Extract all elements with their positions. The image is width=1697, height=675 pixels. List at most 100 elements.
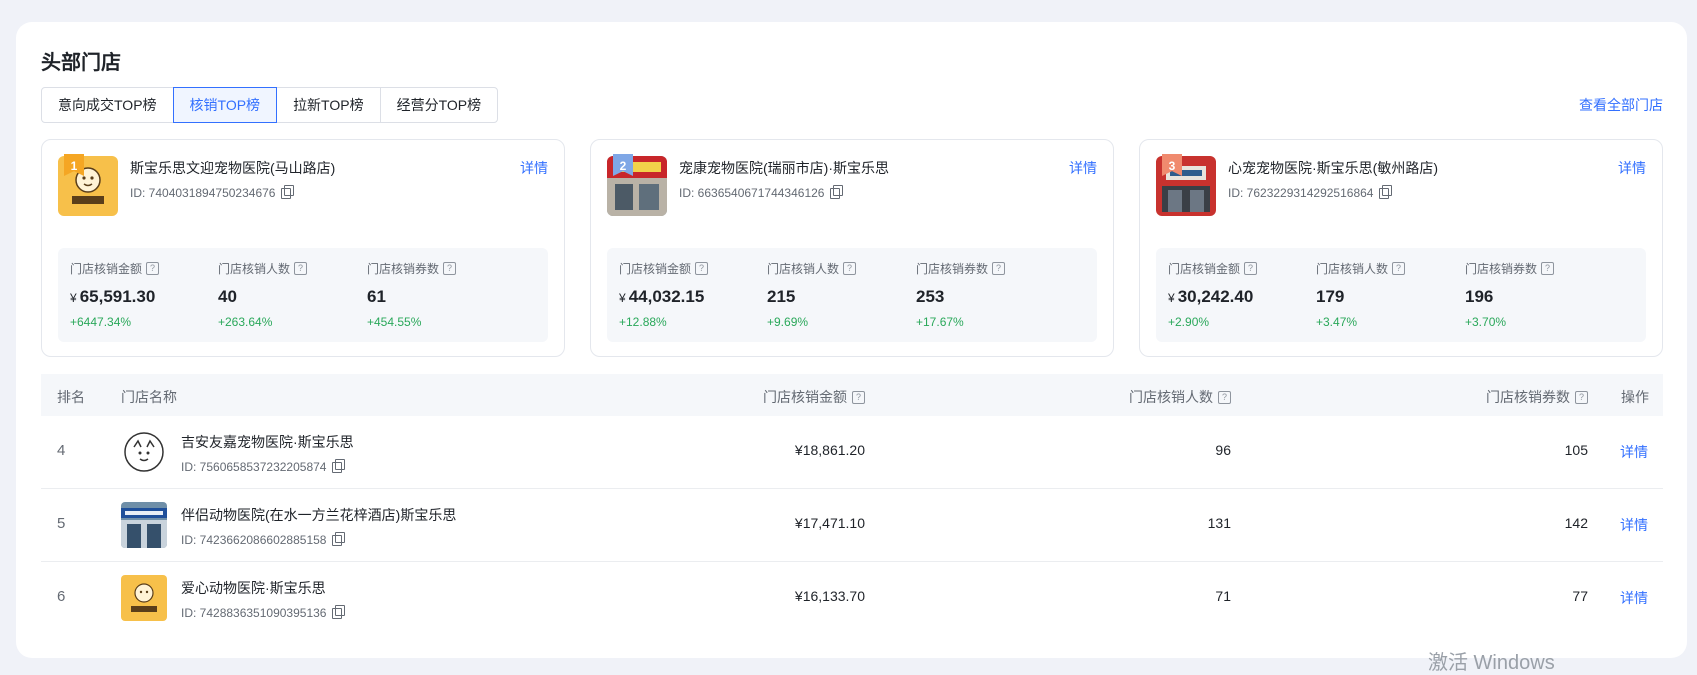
help-icon[interactable]: ? bbox=[852, 390, 865, 404]
people-cell: 131 bbox=[1207, 515, 1231, 531]
metrics-panel: 门店核销金额? ¥44,032.15 +12.88% 门店核销人数? 215 +… bbox=[607, 248, 1097, 342]
top-store-card-1: 1 斯宝乐思文迎宠物医院(马山路店) ID: 74040318947502346… bbox=[41, 139, 565, 357]
tab-new-customers[interactable]: 拉新TOP榜 bbox=[276, 87, 381, 123]
currency-symbol: ¥ bbox=[1168, 291, 1175, 305]
metric-value: 61 bbox=[367, 287, 386, 306]
store-id-line: ID: 7623229314292516864 bbox=[1228, 184, 1393, 200]
metric-delta: +17.67% bbox=[916, 315, 964, 329]
detail-link[interactable]: 详情 bbox=[1620, 442, 1648, 462]
store-name: 爱心动物医院·斯宝乐思 bbox=[181, 580, 326, 596]
copy-icon[interactable] bbox=[281, 184, 295, 199]
detail-link[interactable]: 详情 bbox=[1620, 515, 1648, 535]
top-store-card-2: 2 宠康宠物医院(瑞丽市店)·斯宝乐思 ID: 6636540671744346… bbox=[590, 139, 1114, 357]
top-store-card-3: 3 心宠宠物医院·斯宝乐思(敏州路店) ID: 7623229314292516… bbox=[1139, 139, 1663, 357]
metric-value: 30,242.40 bbox=[1177, 287, 1254, 306]
metric-coupons: 门店核销券数? 253 +17.67% bbox=[916, 260, 1076, 329]
store-name: 吉安友嘉宠物医院·斯宝乐思 bbox=[181, 434, 354, 450]
metric-label: 门店核销人数 bbox=[767, 262, 840, 276]
header-rank: 排名 bbox=[57, 389, 85, 405]
help-icon[interactable]: ? bbox=[992, 262, 1006, 275]
header-label: 门店核销人数 bbox=[1129, 389, 1213, 405]
metric-value: 44,032.15 bbox=[628, 287, 705, 306]
metric-label: 门店核销人数 bbox=[218, 262, 291, 276]
help-icon[interactable]: ? bbox=[1244, 262, 1258, 275]
store-id: ID: 7404031894750234676 bbox=[130, 186, 276, 200]
help-icon[interactable]: ? bbox=[1218, 390, 1231, 404]
help-icon[interactable]: ? bbox=[294, 262, 308, 275]
copy-icon[interactable] bbox=[830, 184, 844, 199]
metric-coupons: 门店核销券数? 196 +3.70% bbox=[1465, 260, 1625, 329]
header-coupons: 门店核销券数 ? bbox=[1486, 387, 1588, 407]
header-action: 操作 bbox=[1621, 389, 1649, 405]
metric-delta: +454.55% bbox=[367, 315, 422, 329]
help-icon[interactable]: ? bbox=[843, 262, 857, 275]
store-id: ID: 7560658537232205874 bbox=[181, 460, 327, 474]
header-label: 门店核销券数 bbox=[1486, 389, 1570, 405]
metric-label: 门店核销金额 bbox=[619, 262, 692, 276]
metric-label: 门店核销人数 bbox=[1316, 262, 1389, 276]
help-icon[interactable]: ? bbox=[1541, 262, 1555, 275]
view-all-stores-link[interactable]: 查看全部门店 bbox=[1579, 95, 1663, 115]
help-icon[interactable]: ? bbox=[1392, 262, 1406, 275]
store-name: 心宠宠物医院·斯宝乐思(敏州路店) bbox=[1228, 160, 1438, 176]
metrics-panel: 门店核销金额? ¥30,242.40 +2.90% 门店核销人数? 179 +3… bbox=[1156, 248, 1646, 342]
metric-label: 门店核销券数 bbox=[1465, 262, 1538, 276]
coupons-cell: 105 bbox=[1564, 442, 1588, 458]
metric-delta: +12.88% bbox=[619, 315, 667, 329]
header-people: 门店核销人数 ? bbox=[1129, 387, 1231, 407]
header-store-name: 门店名称 bbox=[121, 389, 177, 405]
metric-amount: 门店核销金额? ¥44,032.15 +12.88% bbox=[619, 260, 779, 329]
help-icon[interactable]: ? bbox=[443, 262, 457, 275]
store-id-line: ID: 7404031894750234676 bbox=[130, 184, 295, 200]
detail-link[interactable]: 详情 bbox=[1618, 158, 1646, 178]
store-logo bbox=[121, 575, 167, 621]
metric-delta: +2.90% bbox=[1168, 315, 1210, 329]
help-icon[interactable]: ? bbox=[1575, 390, 1588, 404]
copy-icon[interactable] bbox=[332, 458, 346, 473]
currency-symbol: ¥ bbox=[70, 291, 77, 305]
metric-amount: 门店核销金额? ¥30,242.40 +2.90% bbox=[1168, 260, 1328, 329]
metric-delta: +3.47% bbox=[1316, 315, 1358, 329]
copy-icon[interactable] bbox=[332, 531, 346, 546]
table-row: 5 伴侣动物医院(在水一方兰花梓酒店)斯宝乐思 ID: 742366208660… bbox=[41, 489, 1663, 562]
detail-link[interactable]: 详情 bbox=[520, 158, 548, 178]
help-icon[interactable]: ? bbox=[695, 262, 709, 275]
metric-value: 253 bbox=[916, 287, 945, 306]
copy-icon[interactable] bbox=[1379, 184, 1393, 199]
store-name: 伴侣动物医院(在水一方兰花梓酒店)斯宝乐思 bbox=[181, 507, 457, 523]
people-cell: 71 bbox=[1215, 588, 1231, 604]
section-title: 头部门店 bbox=[41, 52, 121, 74]
metric-delta: +9.69% bbox=[767, 315, 809, 329]
rank-number: 4 bbox=[57, 442, 66, 459]
detail-link[interactable]: 详情 bbox=[1620, 588, 1648, 608]
help-icon[interactable]: ? bbox=[146, 262, 160, 275]
tab-intent-deal[interactable]: 意向成交TOP榜 bbox=[41, 87, 174, 123]
metric-people: 门店核销人数? 215 +9.69% bbox=[767, 260, 927, 329]
metric-value: 196 bbox=[1465, 287, 1494, 306]
store-id-line: ID: 7428836351090395136 bbox=[181, 604, 346, 620]
metric-value: 179 bbox=[1316, 287, 1345, 306]
store-id-line: ID: 7423662086602885158 bbox=[181, 531, 346, 547]
metric-label: 门店核销金额 bbox=[70, 262, 143, 276]
windows-activation-watermark: 激活 Windows bbox=[1428, 652, 1555, 674]
amount-cell: ¥16,133.70 bbox=[794, 588, 865, 604]
metric-coupons: 门店核销券数? 61 +454.55% bbox=[367, 260, 527, 329]
ranking-tabs: 意向成交TOP榜 核销TOP榜 拉新TOP榜 经营分TOP榜 bbox=[41, 87, 499, 123]
detail-link[interactable]: 详情 bbox=[1069, 158, 1097, 178]
store-id: ID: 7428836351090395136 bbox=[181, 606, 327, 620]
amount-cell: ¥17,471.10 bbox=[794, 515, 865, 531]
table-row: 6 爱心动物医院·斯宝乐思 ID: 7428836351090395136 ¥1… bbox=[41, 562, 1663, 634]
metrics-panel: 门店核销金额? ¥65,591.30 +6447.34% 门店核销人数? 40 … bbox=[58, 248, 548, 342]
header-amount: 门店核销金额 ? bbox=[763, 387, 865, 407]
store-id: ID: 7423662086602885158 bbox=[181, 533, 327, 547]
store-name: 斯宝乐思文迎宠物医院(马山路店) bbox=[130, 160, 336, 176]
copy-icon[interactable] bbox=[332, 604, 346, 619]
tab-business-score[interactable]: 经营分TOP榜 bbox=[379, 87, 499, 123]
store-name: 宠康宠物医院(瑞丽市店)·斯宝乐思 bbox=[679, 160, 889, 176]
metric-value: 215 bbox=[767, 287, 796, 306]
tab-redemption[interactable]: 核销TOP榜 bbox=[172, 87, 278, 123]
metric-label: 门店核销券数 bbox=[367, 262, 440, 276]
store-id: ID: 6636540671744346126 bbox=[679, 186, 825, 200]
metric-value: 40 bbox=[218, 287, 237, 306]
metric-delta: +6447.34% bbox=[70, 315, 132, 329]
